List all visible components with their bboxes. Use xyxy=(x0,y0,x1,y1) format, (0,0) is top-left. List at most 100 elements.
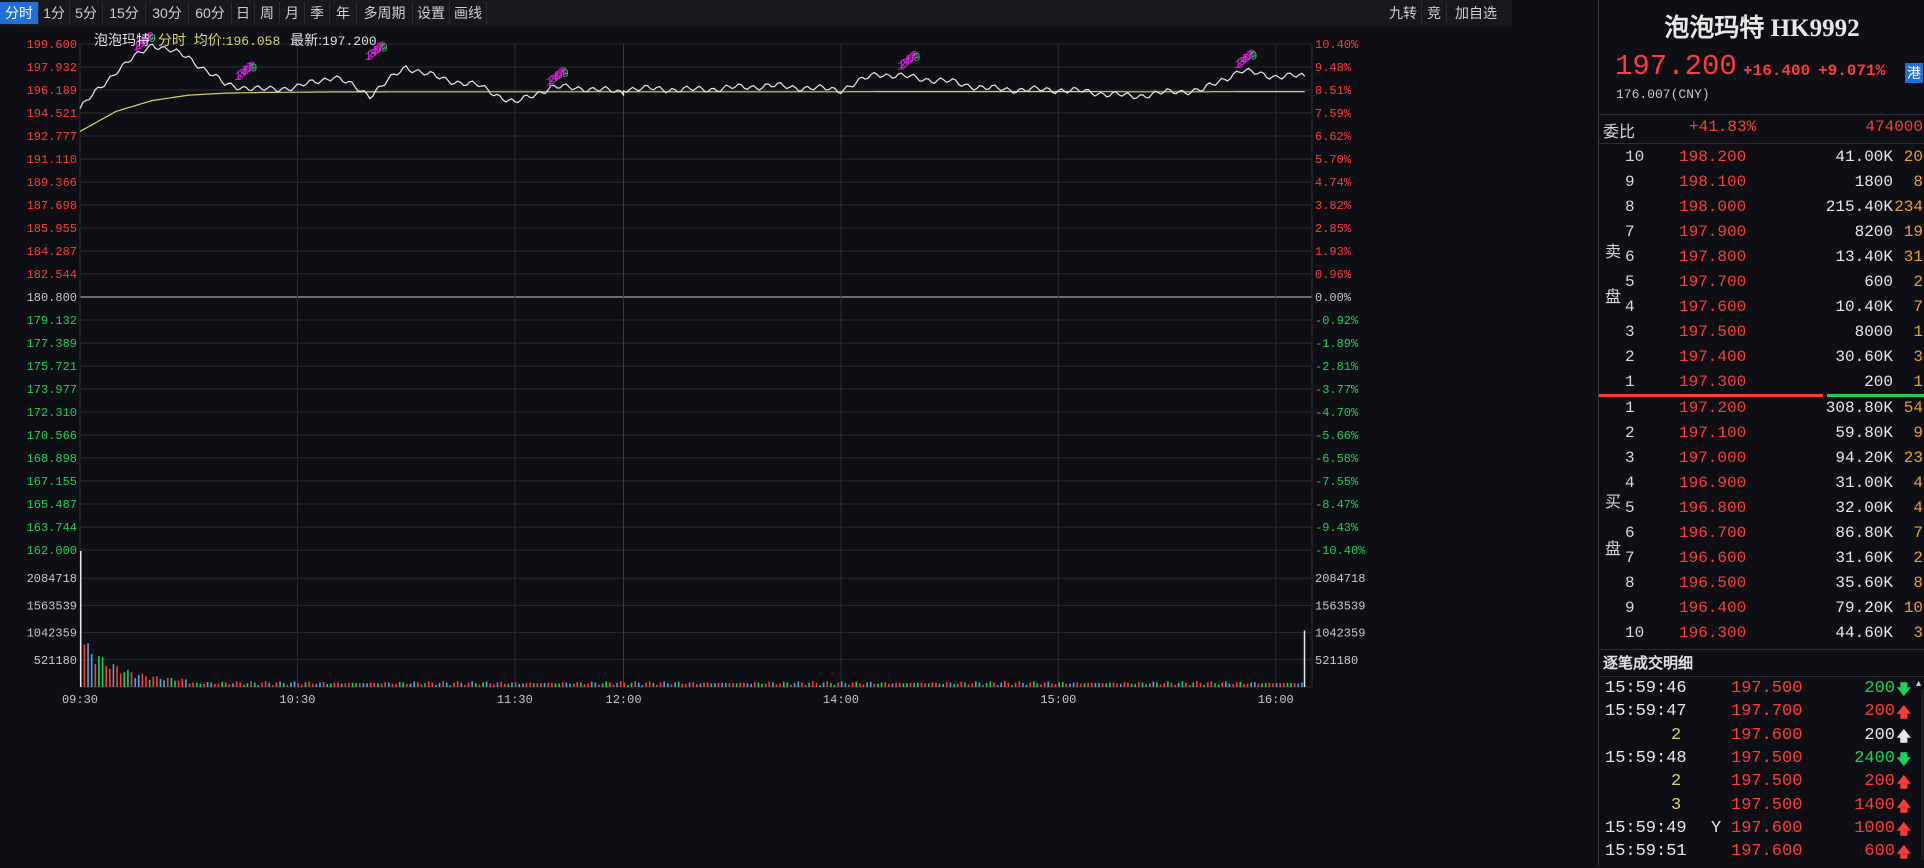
ask-row[interactable]: 2 197.400 30.60K 3 xyxy=(1599,346,1924,371)
ticks-scroll-up-icon[interactable]: ▲ xyxy=(1914,678,1923,688)
auction-button[interactable]: 竞 xyxy=(1422,2,1447,24)
stock-title: 泡泡玛特 HK9992 xyxy=(1664,15,1860,42)
bid-row[interactable]: 7 196.600 31.60K 2 xyxy=(1599,547,1924,572)
bid-row[interactable]: 3 197.000 94.20K 23 xyxy=(1599,447,1924,472)
bid-level: 5 xyxy=(1625,499,1635,517)
bid-price: 196.700 xyxy=(1679,524,1747,542)
ask-row[interactable]: 4 197.600 10.40K 7 xyxy=(1599,296,1924,321)
volume-bar xyxy=(500,681,502,687)
ask-count: 1 xyxy=(1913,373,1923,391)
ask-row[interactable]: 9 198.100 1800 8 xyxy=(1599,171,1924,196)
ask-row[interactable]: 6 197.800 13.40K 31 xyxy=(1599,246,1924,271)
bid-level: 7 xyxy=(1625,549,1635,567)
draw-line-button[interactable]: 画线 xyxy=(450,2,487,24)
volume-bar xyxy=(503,683,506,687)
bid-volume: 31.60K xyxy=(1835,549,1893,567)
volume-bar xyxy=(848,684,850,687)
bid-row[interactable]: 2 197.100 59.80K 9 xyxy=(1599,422,1924,447)
volume-bar xyxy=(906,683,908,687)
volume-bar xyxy=(866,682,868,687)
volume-bar xyxy=(993,682,995,687)
tab-multi-period[interactable]: 多周期 xyxy=(357,2,413,24)
trade-tick-row[interactable]: 2 197.500 200 🡅 xyxy=(1599,771,1924,794)
volume-bar xyxy=(522,683,524,687)
ask-row[interactable]: 1 197.300 200 1 xyxy=(1599,371,1924,396)
ask-count: 20 xyxy=(1903,148,1923,166)
volume-bar xyxy=(786,682,789,687)
bid-row[interactable]: 5 196.800 32.00K 4 xyxy=(1599,497,1924,522)
legend-stock-name: 泡泡玛特 xyxy=(94,32,150,48)
volume-bar xyxy=(108,668,111,687)
settings-button[interactable]: 设置 xyxy=(413,2,450,24)
trade-tick-row[interactable]: 15:59:51 197.600 600 🡅 xyxy=(1599,841,1924,864)
trade-tick-row[interactable]: 2 197.600 200 🡅 xyxy=(1599,725,1924,748)
volume-bar xyxy=(692,682,694,687)
intraday-chart[interactable]: 199.600 10.40% 197.932 9.48% 196.189 8.51% 194… xyxy=(0,27,1512,865)
chart-svg[interactable]: 199.600 10.40% 197.932 9.48% 196.189 8.51% 194… xyxy=(0,27,1512,865)
tab-15min[interactable]: 15分 xyxy=(103,2,146,24)
trade-tick-row[interactable]: 15:59:46 197.500 200 🡇 xyxy=(1599,678,1924,701)
price-tick-label: 194.521 xyxy=(27,107,77,121)
volume-bar xyxy=(279,681,281,687)
volume-bar xyxy=(192,682,194,687)
bid-row[interactable]: 10 196.300 44.60K 3 xyxy=(1599,622,1924,647)
ask-price: 197.900 xyxy=(1679,223,1747,241)
volume-bar xyxy=(478,684,481,687)
bid-row[interactable]: 1 197.200 308.80K 54 xyxy=(1599,397,1924,422)
tab-month[interactable]: 月 xyxy=(280,2,305,24)
trade-tick-row[interactable]: 15:59:47 197.700 200 🡅 xyxy=(1599,701,1924,724)
ask-volume: 8200 xyxy=(1854,223,1893,241)
bid-count: 2 xyxy=(1913,549,1923,567)
volume-bar xyxy=(656,684,658,687)
bid-row[interactable]: 6 196.700 86.80K 7 xyxy=(1599,522,1924,547)
time-tick-label: 14:00 xyxy=(823,693,859,707)
volume-bar xyxy=(1014,682,1017,687)
volume-bar xyxy=(830,682,832,687)
bid-row[interactable]: 8 196.500 35.60K 8 xyxy=(1599,572,1924,597)
volume-bar xyxy=(1123,682,1126,687)
pct-tick-label: -8.47% xyxy=(1315,498,1359,512)
volume-bar xyxy=(460,682,463,687)
volume-bar xyxy=(913,683,916,687)
tab-fenshi[interactable]: 分时 xyxy=(0,2,39,24)
volume-bar xyxy=(1268,682,1271,687)
volume-bar xyxy=(1239,681,1242,687)
price-tick-label: 168.898 xyxy=(27,452,77,466)
volume-bar xyxy=(895,682,897,687)
trade-tick-row[interactable]: 15:59:48 197.500 2400 🡇 xyxy=(1599,748,1924,771)
add-watchlist-button[interactable]: 加自选 xyxy=(1447,2,1505,24)
tab-5min[interactable]: 5分 xyxy=(70,2,103,24)
volume-bar xyxy=(1254,682,1256,687)
tick-price: 197.500 xyxy=(1731,772,1803,792)
trade-tick-row[interactable]: 3 197.500 1400 🡅 xyxy=(1599,795,1924,818)
volume-bar xyxy=(844,683,847,687)
pct-tick-label: -10.40% xyxy=(1315,544,1366,558)
tab-60min[interactable]: 60分 xyxy=(189,2,232,24)
volume-bar xyxy=(199,683,202,687)
trade-tick-row[interactable]: 15:59:49 Y 197.600 1000 🡅 xyxy=(1599,818,1924,841)
tab-week[interactable]: 周 xyxy=(255,2,280,24)
volume-bar xyxy=(920,682,923,687)
tab-day[interactable]: 日 xyxy=(232,2,255,24)
tab-year[interactable]: 年 xyxy=(330,2,357,24)
pct-tick-label: -2.81% xyxy=(1315,360,1359,374)
volume-bar xyxy=(395,683,397,687)
volume-bar xyxy=(130,672,133,687)
bid-row[interactable]: 4 196.900 31.00K 4 xyxy=(1599,472,1924,497)
tab-30min[interactable]: 30分 xyxy=(146,2,189,24)
bid-row[interactable]: 9 196.400 79.20K 10 xyxy=(1599,597,1924,622)
volume-bar xyxy=(616,682,618,687)
volume-tick-label-left: 521180 xyxy=(34,654,77,668)
ask-row[interactable]: 7 197.900 8200 19 xyxy=(1599,221,1924,246)
nine-turn-button[interactable]: 九转 xyxy=(1385,2,1422,24)
tab-quarter[interactable]: 季 xyxy=(305,2,330,24)
volume-bar xyxy=(257,685,260,687)
ask-row[interactable]: 8 198.000 215.40K 234 xyxy=(1599,196,1924,221)
volume-bar xyxy=(688,682,691,687)
ask-row[interactable]: 10 198.200 41.00K 20 xyxy=(1599,146,1924,171)
volume-bar xyxy=(1083,683,1086,687)
ask-level: 10 xyxy=(1625,148,1645,166)
tab-1min[interactable]: 1分 xyxy=(39,2,70,24)
ask-row[interactable]: 3 197.500 8000 1 xyxy=(1599,321,1924,346)
ask-row[interactable]: 5 197.700 600 2 xyxy=(1599,271,1924,296)
